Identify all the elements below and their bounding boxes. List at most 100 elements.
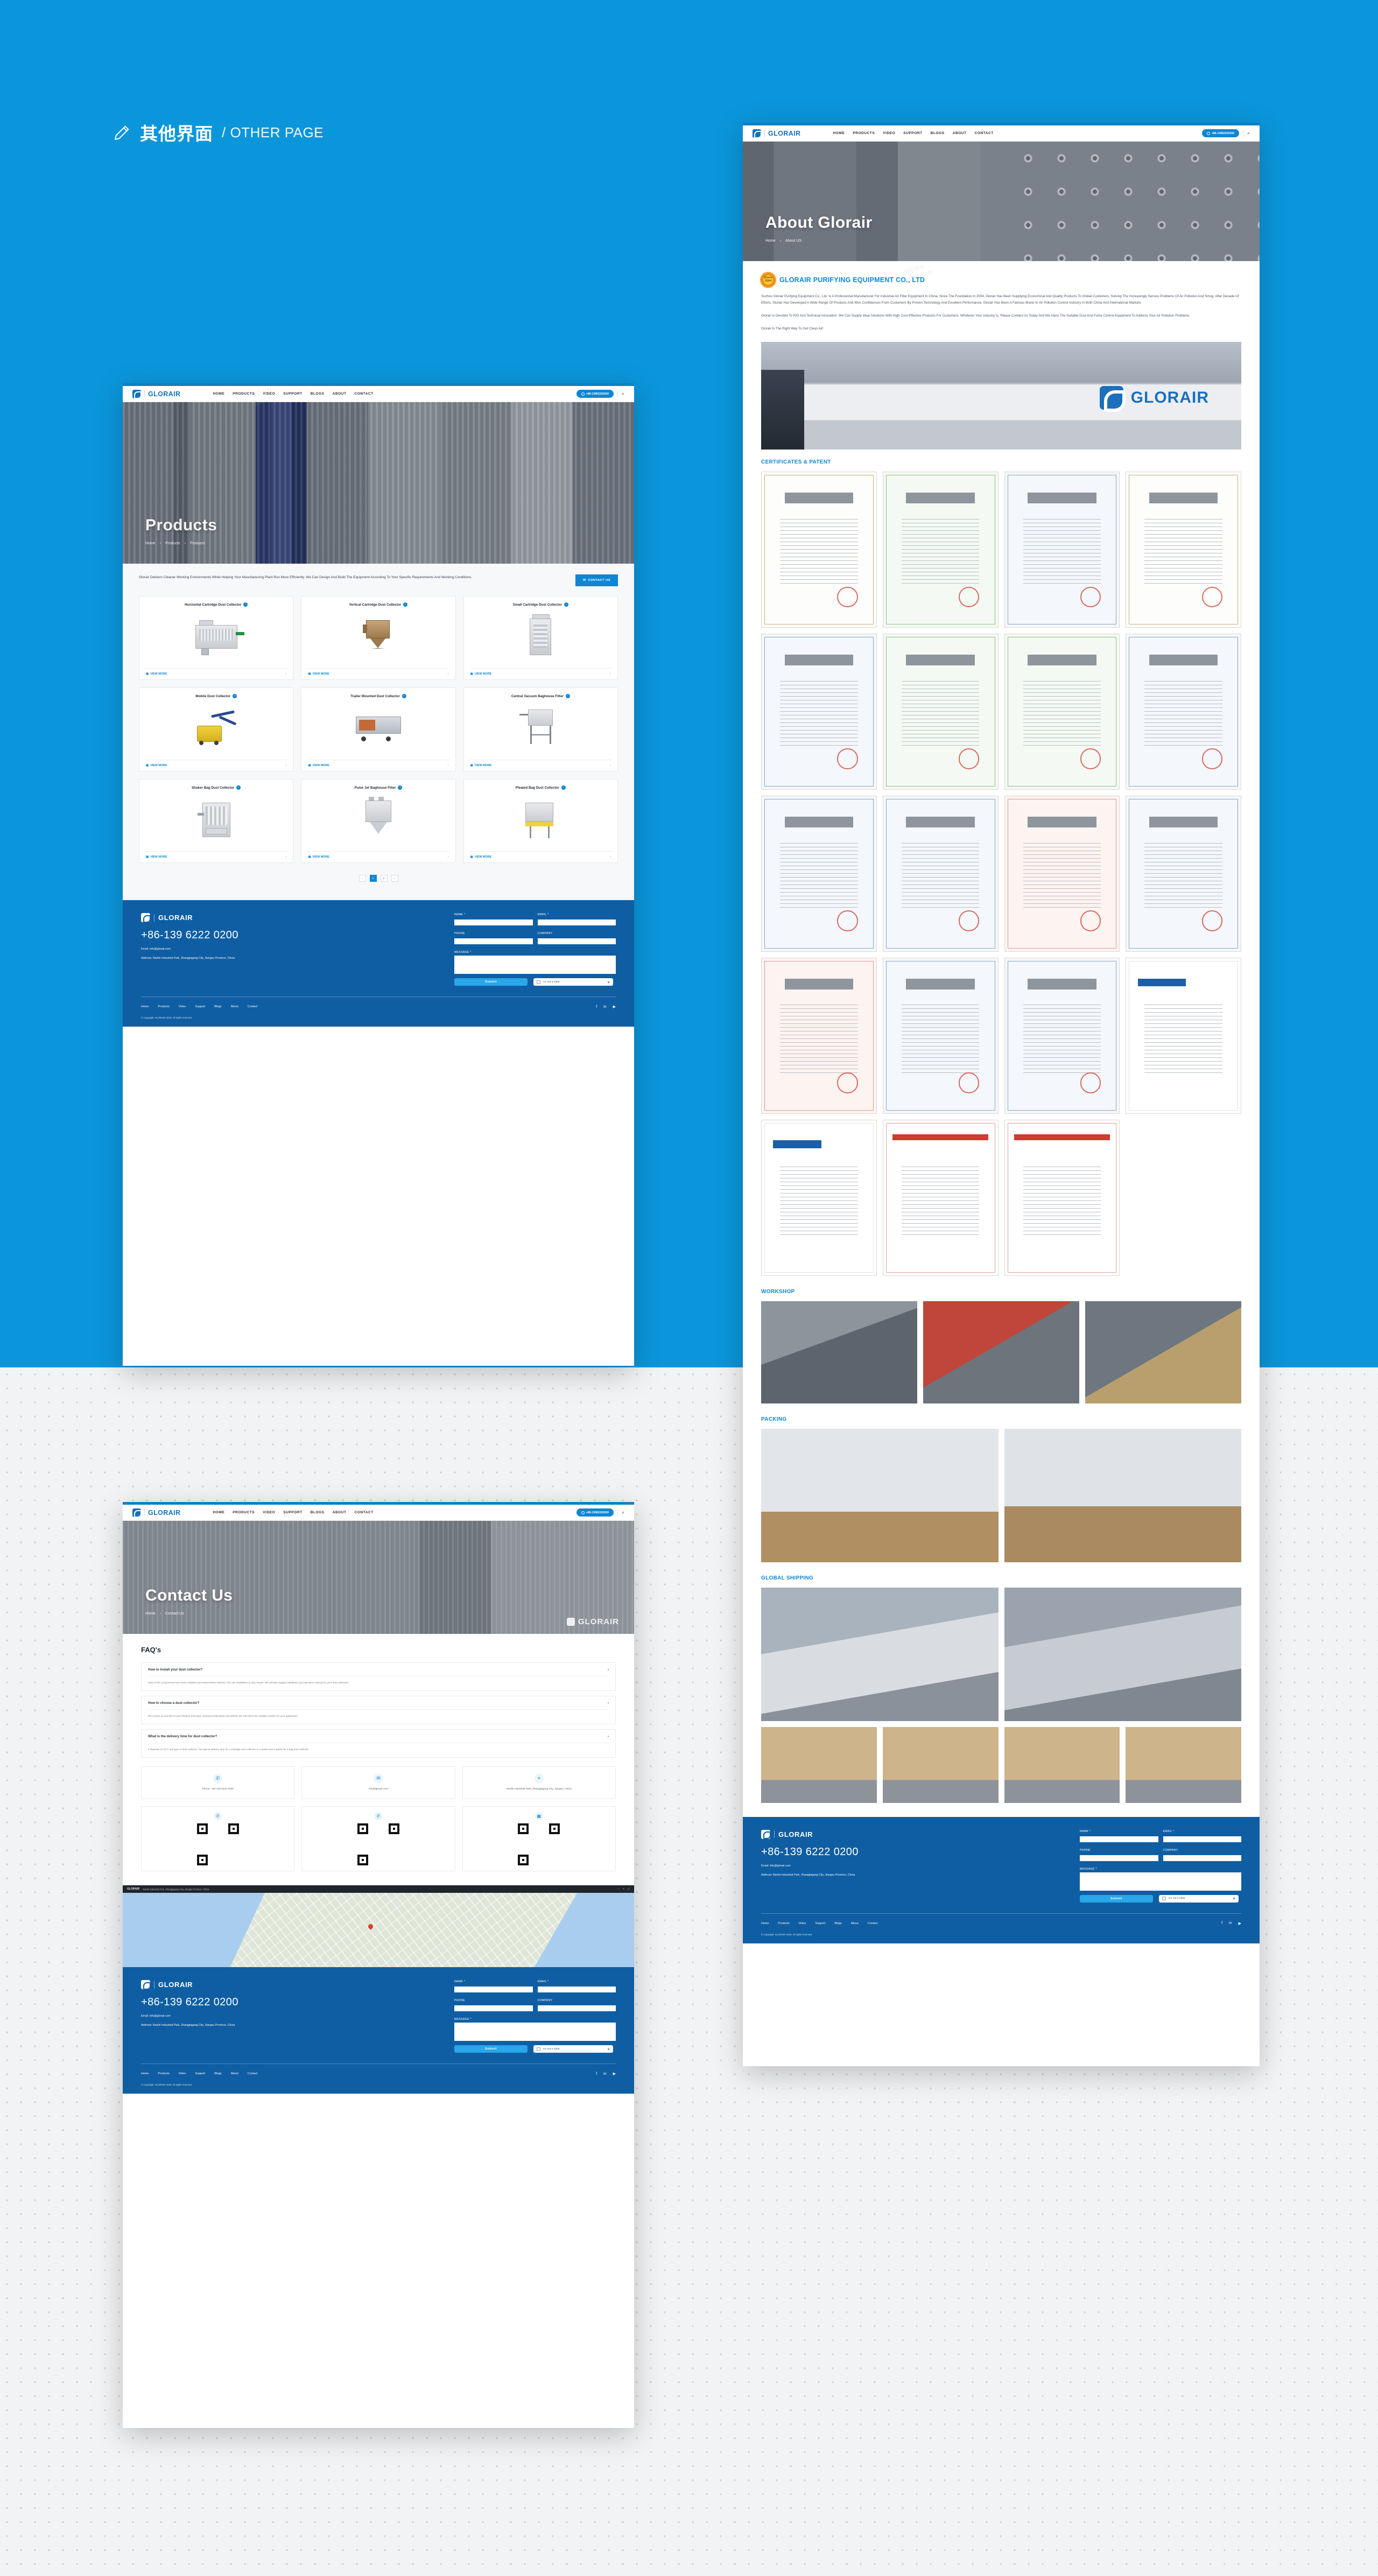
shipping-photo[interactable] (1004, 1588, 1241, 1721)
captcha-widget[interactable]: I'm not a robot ◈ (533, 2045, 613, 2053)
pager-prev[interactable]: ‹ (358, 875, 366, 882)
breadcrumb-products[interactable]: Products (165, 542, 180, 545)
certificate-item[interactable] (761, 634, 877, 790)
certificate-item-eurofins[interactable] (761, 1120, 877, 1276)
name-input[interactable] (1080, 1836, 1158, 1842)
nav-item-support[interactable]: SUPPORT (283, 392, 302, 396)
certificate-item[interactable] (1004, 472, 1120, 628)
captcha-checkbox[interactable] (537, 2047, 540, 2051)
product-card[interactable]: Small Cartridge Dust Collector › ▣ VIEW MO… (463, 596, 618, 680)
footer-logo[interactable]: GLORAIR (761, 1829, 1064, 1840)
captcha-widget[interactable]: I'm not a robot ◈ (533, 978, 613, 986)
footer-link-home[interactable]: Home (141, 2072, 149, 2075)
certificate-item-report[interactable] (882, 1120, 999, 1276)
search-icon[interactable]: ⌕ (622, 1510, 624, 1515)
certificate-item[interactable] (1126, 634, 1241, 790)
nav-item-contact[interactable]: CONTACT (355, 1511, 374, 1514)
workshop-photo[interactable] (1085, 1301, 1241, 1404)
nav-item-blogs[interactable]: BLOGS (311, 1511, 325, 1514)
product-card[interactable]: Horizontal Cartridge Dust Collector › ▣ VI… (139, 596, 294, 680)
footer-link-home[interactable]: Home (141, 1005, 149, 1008)
shipping-photo[interactable] (1004, 1726, 1120, 1803)
phone-input[interactable] (1080, 1855, 1158, 1861)
certificate-item[interactable] (882, 634, 999, 790)
footer-link-about[interactable]: About (851, 1922, 859, 1925)
facebook-icon[interactable]: f (1221, 1921, 1222, 1925)
footer-link-blogs[interactable]: Blogs (834, 1922, 842, 1925)
nav-phone-button[interactable]: +86-13962220200 (576, 1508, 614, 1517)
footer-link-blogs[interactable]: Blogs (214, 1005, 222, 1008)
faq-item[interactable]: How to choose a dust collector? › Pls con… (141, 1696, 616, 1725)
pager-page-2[interactable]: 2 (380, 875, 388, 882)
submit-button[interactable]: Submit (1080, 1894, 1153, 1903)
facebook-icon[interactable]: f (596, 1005, 597, 1009)
certificate-item[interactable] (1004, 958, 1120, 1114)
email-input[interactable] (537, 1987, 616, 1993)
footer-link-support[interactable]: Support (195, 1005, 205, 1008)
breadcrumb-home[interactable]: Home (145, 542, 156, 545)
logo[interactable]: GLORAIR (132, 389, 180, 399)
nav-item-contact[interactable]: CONTACT (355, 392, 374, 396)
pager-page-1[interactable]: 1 (369, 875, 377, 882)
shipping-photo[interactable] (882, 1726, 999, 1803)
footer-logo[interactable]: GLORAIR (141, 913, 438, 923)
nav-item-about[interactable]: ABOUT (333, 1511, 347, 1514)
pager-next[interactable]: › (391, 875, 398, 882)
nav-item-products[interactable]: PRODUCTS (233, 1511, 255, 1514)
nav-item-video[interactable]: VIDEO (263, 392, 275, 396)
email-input[interactable] (1163, 1836, 1241, 1842)
nav-phone-button[interactable]: +86-13962220200 (1201, 129, 1239, 137)
certificate-item[interactable] (882, 472, 999, 628)
faq-item[interactable]: What is the delivery time for dust colle… (141, 1729, 616, 1758)
breadcrumb-home[interactable]: Home (145, 1612, 156, 1616)
name-input[interactable] (454, 1987, 533, 1993)
nav-item-contact[interactable]: CONTACT (975, 131, 994, 135)
product-card[interactable]: Trailer Mounted Dust Collector › ▣ VIEW MO… (301, 687, 456, 771)
nav-item-home[interactable]: HOME (213, 392, 224, 396)
contact-card-email[interactable]: ✉ info@glorair.com (301, 1766, 455, 1800)
footer-link-products[interactable]: Products (778, 1922, 789, 1925)
chevron-down-icon[interactable]: › (608, 1668, 609, 1672)
certificate-item[interactable] (1004, 634, 1120, 790)
map-zoom-in-icon[interactable]: + (623, 1887, 624, 1891)
youtube-icon[interactable]: ▶ (613, 1005, 616, 1009)
nav-phone-button[interactable]: +86-13962220200 (576, 390, 614, 398)
packing-photo[interactable] (761, 1429, 999, 1562)
nav-item-video[interactable]: VIDEO (263, 1511, 275, 1514)
product-card[interactable]: Vertical Cartridge Dust Collector › ▣ VIEW… (301, 596, 456, 680)
nav-item-about[interactable]: ABOUT (333, 392, 347, 396)
certificate-item[interactable] (1126, 796, 1241, 952)
captcha-checkbox[interactable] (1162, 1897, 1166, 1901)
submit-button[interactable]: Submit (454, 978, 528, 986)
search-icon[interactable]: ⌕ (622, 391, 624, 397)
certificate-item[interactable] (1004, 796, 1120, 952)
company-input[interactable] (537, 938, 616, 944)
product-card[interactable]: Pleated Bag Dust Collector › ▣ VIEW MORE › (463, 779, 618, 863)
product-card[interactable]: Mobile Dust Collector › ▣ VIEW MORE › (139, 687, 294, 771)
youtube-icon[interactable]: ▶ (613, 2072, 616, 2076)
certificate-item[interactable] (882, 796, 999, 952)
certificate-item[interactable] (882, 958, 999, 1114)
footer-link-contact[interactable]: Contact (868, 1922, 878, 1925)
map-canvas[interactable] (123, 1893, 634, 1968)
nav-item-video[interactable]: VIDEO (883, 131, 895, 135)
footer-link-home[interactable]: Home (761, 1922, 769, 1925)
nav-item-products[interactable]: PRODUCTS (853, 131, 875, 135)
product-card[interactable]: Shaker Bag Dust Collector › ▣ VIEW MORE › (139, 779, 294, 863)
nav-item-blogs[interactable]: BLOGS (311, 392, 325, 396)
map-zoom-out-icon[interactable]: − (618, 1887, 620, 1891)
breadcrumb-home[interactable]: Home (765, 239, 776, 243)
qr-card-scan[interactable]: ▦ (462, 1806, 616, 1872)
phone-input[interactable] (454, 2005, 533, 2012)
shipping-photo[interactable] (761, 1726, 877, 1803)
footer-link-contact[interactable]: Contact (248, 1005, 258, 1008)
youtube-icon[interactable]: ▶ (1239, 1921, 1241, 1926)
certificate-item[interactable] (1126, 472, 1241, 628)
linkedin-icon[interactable]: in (1229, 1921, 1232, 1925)
qr-card-wechat[interactable]: ✆ (301, 1806, 455, 1872)
submit-button[interactable]: Submit (454, 2045, 528, 2053)
company-input[interactable] (537, 2005, 616, 2012)
footer-link-about[interactable]: About (231, 2072, 238, 2075)
nav-item-home[interactable]: HOME (213, 1511, 224, 1514)
email-input[interactable] (537, 920, 616, 925)
